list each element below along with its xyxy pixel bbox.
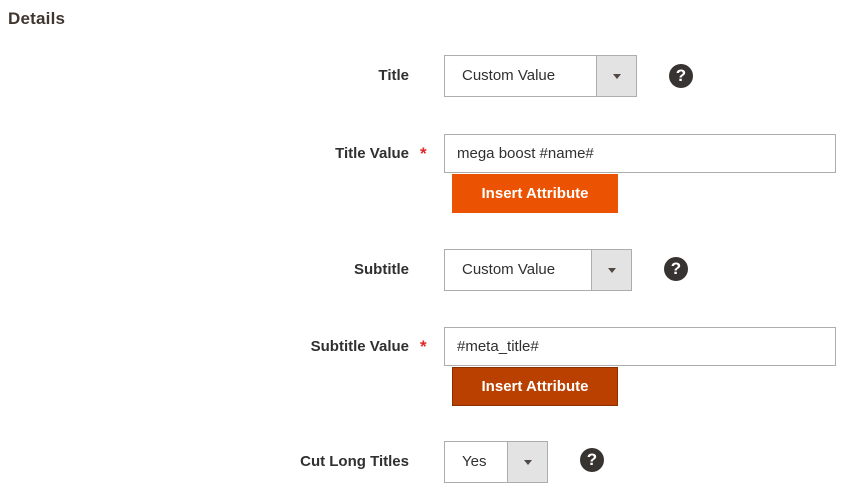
cut-long-titles-select-toggle[interactable]: [507, 442, 547, 482]
subtitle-select-toggle[interactable]: [591, 250, 631, 290]
subtitle-help-icon[interactable]: ?: [664, 257, 688, 281]
cut-long-titles-label: Cut Long Titles: [300, 453, 409, 470]
title-value-input[interactable]: [444, 134, 836, 173]
title-help-icon[interactable]: ?: [669, 64, 693, 88]
chevron-down-icon: [612, 74, 621, 79]
title-label: Title: [378, 67, 409, 84]
cut-long-titles-select-value: Yes: [462, 453, 487, 470]
title-value-label: Title Value: [335, 145, 409, 162]
title-select-toggle[interactable]: [596, 56, 636, 96]
title-select[interactable]: Custom Value: [444, 55, 637, 97]
subtitle-select[interactable]: Custom Value: [444, 249, 632, 291]
cut-long-titles-help-icon[interactable]: ?: [580, 448, 604, 472]
subtitle-insert-attribute-button[interactable]: Insert Attribute: [452, 367, 618, 406]
title-value-required-marker: *: [420, 144, 427, 163]
subtitle-value-required-marker: *: [420, 337, 427, 356]
subtitle-select-value: Custom Value: [462, 261, 556, 278]
subtitle-value-label: Subtitle Value: [310, 338, 409, 355]
subtitle-value-input[interactable]: [444, 327, 836, 366]
subtitle-label: Subtitle: [354, 261, 409, 278]
cut-long-titles-select[interactable]: Yes: [444, 441, 548, 483]
title-select-value: Custom Value: [462, 67, 556, 84]
title-insert-attribute-button[interactable]: Insert Attribute: [452, 174, 618, 213]
chevron-down-icon: [607, 268, 616, 273]
section-title: Details: [8, 9, 66, 28]
chevron-down-icon: [523, 460, 532, 465]
